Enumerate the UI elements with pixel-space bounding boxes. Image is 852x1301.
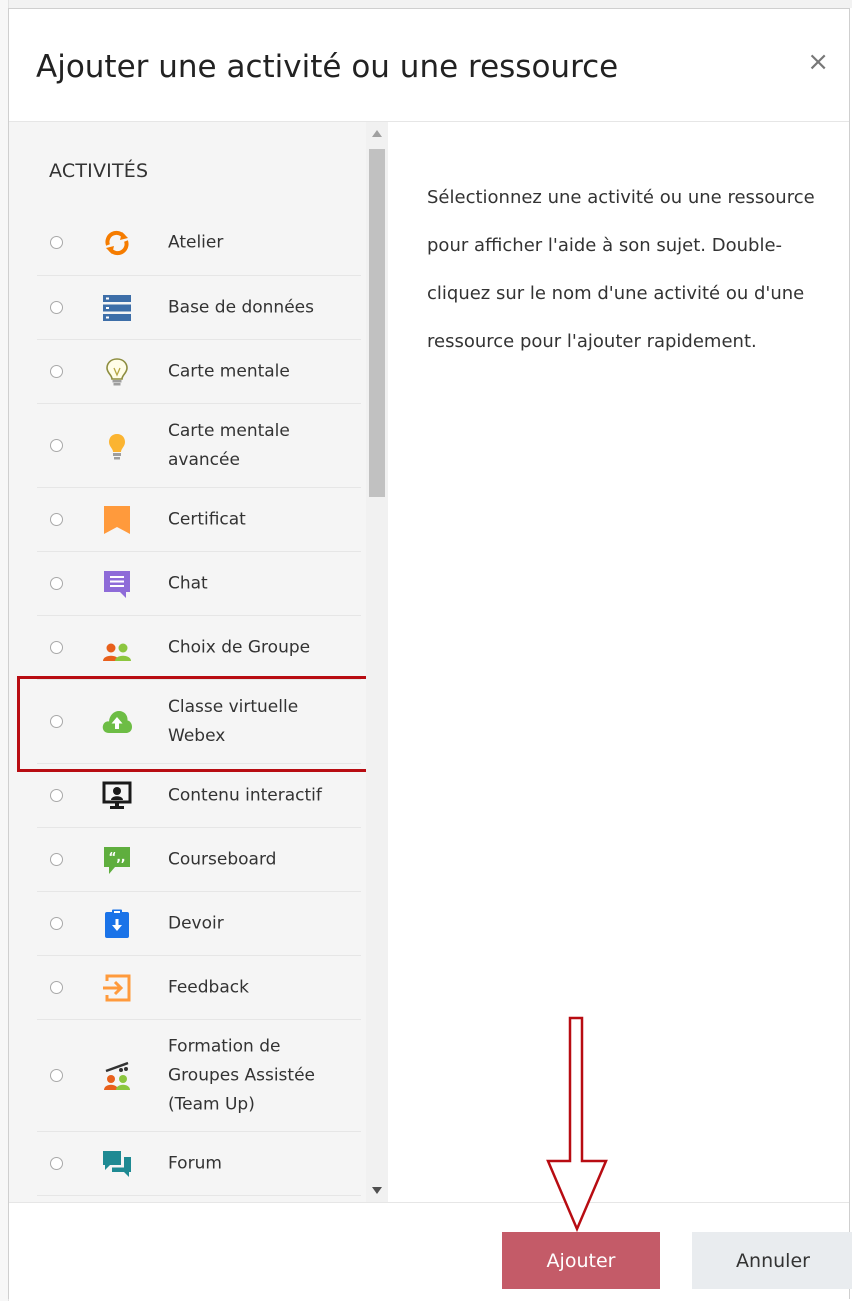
add-activity-dialog: Ajouter une activité ou une ressource × … <box>8 8 852 1301</box>
activity-option-carte-mentale[interactable]: Carte mentale <box>37 340 361 404</box>
activity-label: Feedback <box>168 977 249 997</box>
help-text: Sélectionnez une activité ou une ressour… <box>427 187 815 352</box>
cancel-button[interactable]: Annuler <box>692 1232 852 1289</box>
activity-option-team-up[interactable]: Formation de Groupes Assistée (Team Up) <box>37 1020 361 1132</box>
scroll-up-arrow-icon[interactable] <box>372 130 382 137</box>
database-icon <box>101 292 133 324</box>
radio-button[interactable] <box>50 714 63 728</box>
activity-label: Base de données <box>168 297 314 317</box>
assignment-icon <box>101 908 133 940</box>
feedback-icon <box>101 972 133 1004</box>
activity-option-certificat[interactable]: Certificat <box>37 488 361 552</box>
dialog-header: Ajouter une activité ou une ressource × <box>9 9 849 122</box>
radio-button[interactable] <box>50 788 63 802</box>
svg-text:“,,: “,, <box>108 850 125 864</box>
radio-button[interactable] <box>50 438 63 452</box>
activity-list-scrollbar[interactable] <box>366 122 388 1202</box>
radio-button[interactable] <box>50 512 63 526</box>
team-up-icon <box>101 1060 133 1092</box>
quote-bubble-icon: “,, <box>101 844 133 876</box>
activity-options: Atelier Base de données Carte mentale Ca… <box>37 210 361 1196</box>
radio-button[interactable] <box>50 300 63 314</box>
radio-button[interactable] <box>50 235 63 249</box>
activity-option-choix-de-groupe[interactable]: Choix de Groupe <box>37 616 361 680</box>
activity-option-feedback[interactable]: Feedback <box>37 956 361 1020</box>
activity-option-courseboard[interactable]: “,, Courseboard <box>37 828 361 892</box>
chat-icon <box>101 568 133 600</box>
activity-option-classe-virtuelle-webex[interactable]: Classe virtuelle Webex <box>37 680 361 764</box>
radio-button[interactable] <box>50 1068 63 1082</box>
activity-option-database[interactable]: Base de données <box>37 276 361 340</box>
activity-option-forum[interactable]: Forum <box>37 1132 361 1196</box>
radio-button[interactable] <box>50 852 63 866</box>
scrollbar-thumb[interactable] <box>369 149 385 497</box>
activity-label: Carte mentale avancée <box>168 420 290 470</box>
activity-label: Formation de Groupes Assistée (Team Up) <box>168 1036 315 1114</box>
lightbulb-icon <box>101 430 133 462</box>
radio-button[interactable] <box>50 576 63 590</box>
activity-option-chat[interactable]: Chat <box>37 552 361 616</box>
page-background-top <box>0 0 852 8</box>
scroll-down-arrow-icon[interactable] <box>372 1187 382 1194</box>
activity-label: Chat <box>168 573 208 593</box>
activity-option-carte-mentale-avancee[interactable]: Carte mentale avancée <box>37 404 361 488</box>
activity-label: Carte mentale <box>168 361 290 381</box>
cloud-upload-icon <box>101 706 133 738</box>
activities-section-title: ACTIVITÉS <box>49 160 149 182</box>
activity-label: Choix de Groupe <box>168 637 311 657</box>
workshop-icon <box>101 227 133 259</box>
group-choice-icon <box>101 632 133 664</box>
interactive-content-icon <box>101 780 133 812</box>
activity-label: Certificat <box>168 509 246 529</box>
close-icon[interactable]: × <box>807 47 829 77</box>
activity-option-atelier[interactable]: Atelier <box>37 210 361 276</box>
activity-option-devoir[interactable]: Devoir <box>37 892 361 956</box>
dialog-footer: Ajouter Annuler <box>9 1202 852 1301</box>
activity-label: Courseboard <box>168 849 277 869</box>
activity-option-contenu-interactif[interactable]: Contenu interactif <box>37 764 361 828</box>
dialog-title: Ajouter une activité ou une ressource <box>36 49 619 85</box>
activity-label: Atelier <box>168 232 224 252</box>
forum-icon <box>101 1148 133 1180</box>
add-button[interactable]: Ajouter <box>502 1232 660 1289</box>
radio-button[interactable] <box>50 364 63 378</box>
activity-list-panel[interactable]: ACTIVITÉS Atelier Base de données Carte … <box>9 122 381 1202</box>
radio-button[interactable] <box>50 980 63 994</box>
activity-label: Devoir <box>168 913 224 933</box>
help-panel: Sélectionnez une activité ou une ressour… <box>389 122 851 1202</box>
radio-button[interactable] <box>50 640 63 654</box>
activity-label: Contenu interactif <box>168 785 322 805</box>
radio-button[interactable] <box>50 1156 63 1170</box>
activity-label: Forum <box>168 1153 222 1173</box>
activity-label: Classe virtuelle Webex <box>168 696 299 746</box>
radio-button[interactable] <box>50 916 63 930</box>
lightbulb-outline-icon <box>101 356 133 388</box>
certificate-icon <box>101 504 133 536</box>
